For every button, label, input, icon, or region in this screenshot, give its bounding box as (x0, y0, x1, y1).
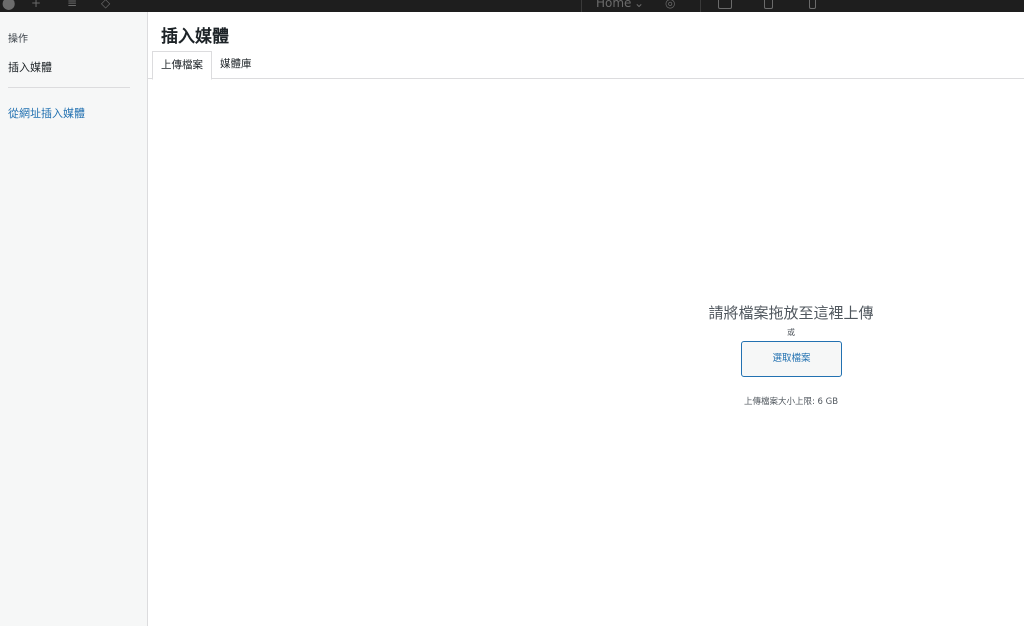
plus-icon[interactable]: + (31, 0, 41, 10)
eye-icon[interactable]: ◎ (665, 0, 675, 10)
media-modal-sidebar: 操作 插入媒體 從網址插入媒體 (0, 12, 148, 626)
media-tabs: 上傳檔案 媒體庫 (148, 51, 1024, 80)
tab-media-library[interactable]: 媒體庫 (212, 51, 260, 79)
layers-icon[interactable]: ◇ (101, 0, 110, 10)
drop-zone-instructions: 請將檔案拖放至這裡上傳 (708, 304, 874, 322)
sidebar-heading: 操作 (8, 34, 28, 45)
sidebar-item-insert-from-url[interactable]: 從網址插入媒體 (8, 105, 85, 121)
desktop-icon[interactable] (718, 0, 732, 9)
chevron-down-icon[interactable]: ⌄ (634, 0, 644, 10)
page-title: 插入媒體 (161, 27, 229, 47)
or-separator: 或 (787, 328, 795, 337)
toolbar-divider (700, 0, 701, 12)
list-view-icon[interactable]: ≡ (67, 0, 77, 10)
max-upload-size: 上傳檔案大小上限: 6 GB (743, 397, 839, 407)
mobile-icon[interactable] (809, 0, 816, 9)
sidebar-divider (8, 87, 130, 88)
select-files-button[interactable]: 選取檔案 (741, 341, 842, 377)
editor-toolbar: ⬤ + ≡ ◇ Home ⌄ ◎ (0, 0, 1024, 12)
wordpress-logo-icon[interactable]: ⬤ (2, 0, 15, 10)
toolbar-divider (581, 0, 582, 12)
page-select[interactable]: Home (596, 0, 631, 10)
sidebar-item-insert-media[interactable]: 插入媒體 (8, 59, 52, 75)
tablet-icon[interactable] (764, 0, 773, 9)
tab-upload-files[interactable]: 上傳檔案 (152, 51, 212, 80)
media-modal-content: 插入媒體 上傳檔案 媒體庫 請將檔案拖放至這裡上傳 或 選取檔案 上傳檔案大小上… (148, 12, 1024, 626)
